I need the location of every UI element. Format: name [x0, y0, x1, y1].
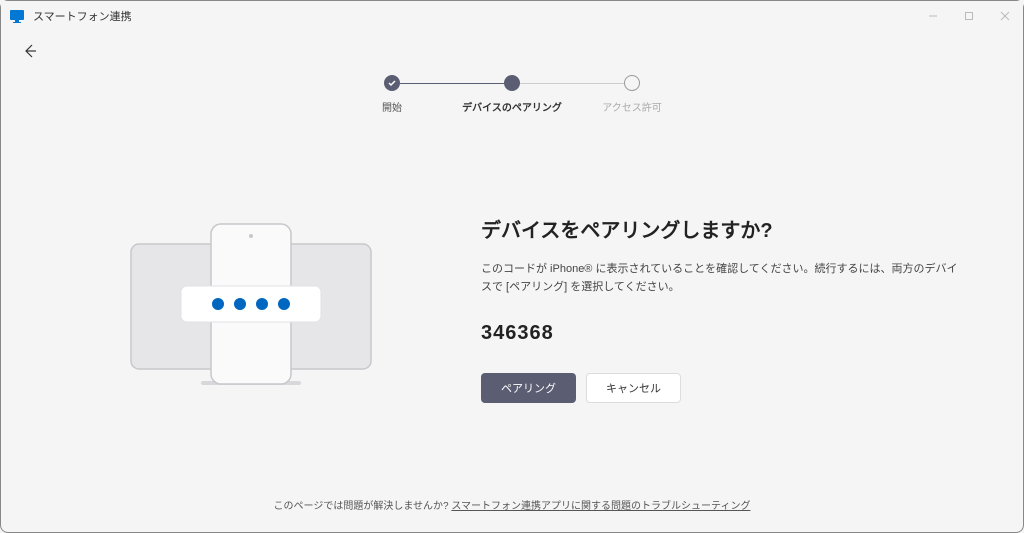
pairing-illustration: [61, 204, 441, 403]
check-icon: [384, 75, 400, 91]
troubleshoot-link[interactable]: スマートフォン連携アプリに関する問題のトラブルシューティング: [451, 501, 750, 512]
back-button[interactable]: [15, 37, 43, 65]
step-start: 開始: [352, 75, 432, 114]
step-pairing: デバイスのペアリング: [472, 75, 552, 114]
footer: このページでは問題が解決しませんか? スマートフォン連携アプリに関する問題のトラ…: [1, 497, 1023, 512]
app-icon: [9, 8, 25, 24]
cancel-button[interactable]: キャンセル: [586, 373, 681, 403]
current-step-icon: [504, 75, 520, 91]
progress-stepper: 開始 デバイスのペアリング アクセス許可: [352, 75, 672, 114]
minimize-button[interactable]: [915, 1, 951, 31]
step-label: 開始: [382, 99, 402, 114]
window-controls: [915, 1, 1023, 31]
step-label: デバイスのペアリング: [462, 99, 562, 114]
footer-prefix: このページでは問題が解決しませんか?: [274, 501, 452, 512]
window-title: スマートフォン連携: [33, 8, 132, 24]
maximize-button[interactable]: [951, 1, 987, 31]
pairing-code: 346368: [481, 322, 963, 345]
titlebar: スマートフォン連携: [1, 1, 1023, 31]
body-text: このコードが iPhone® に表示されていることを確認してください。続行するに…: [481, 261, 963, 296]
step-permissions: アクセス許可: [592, 75, 672, 114]
main-content: デバイスをペアリングしますか? このコードが iPhone® に表示されているこ…: [1, 204, 1023, 403]
pending-step-icon: [624, 75, 640, 91]
pair-button[interactable]: ペアリング: [481, 373, 576, 403]
button-row: ペアリング キャンセル: [481, 373, 963, 403]
text-section: デバイスをペアリングしますか? このコードが iPhone® に表示されているこ…: [441, 204, 963, 403]
page-heading: デバイスをペアリングしますか?: [481, 214, 963, 243]
step-label: アクセス許可: [602, 99, 662, 114]
close-button[interactable]: [987, 1, 1023, 31]
